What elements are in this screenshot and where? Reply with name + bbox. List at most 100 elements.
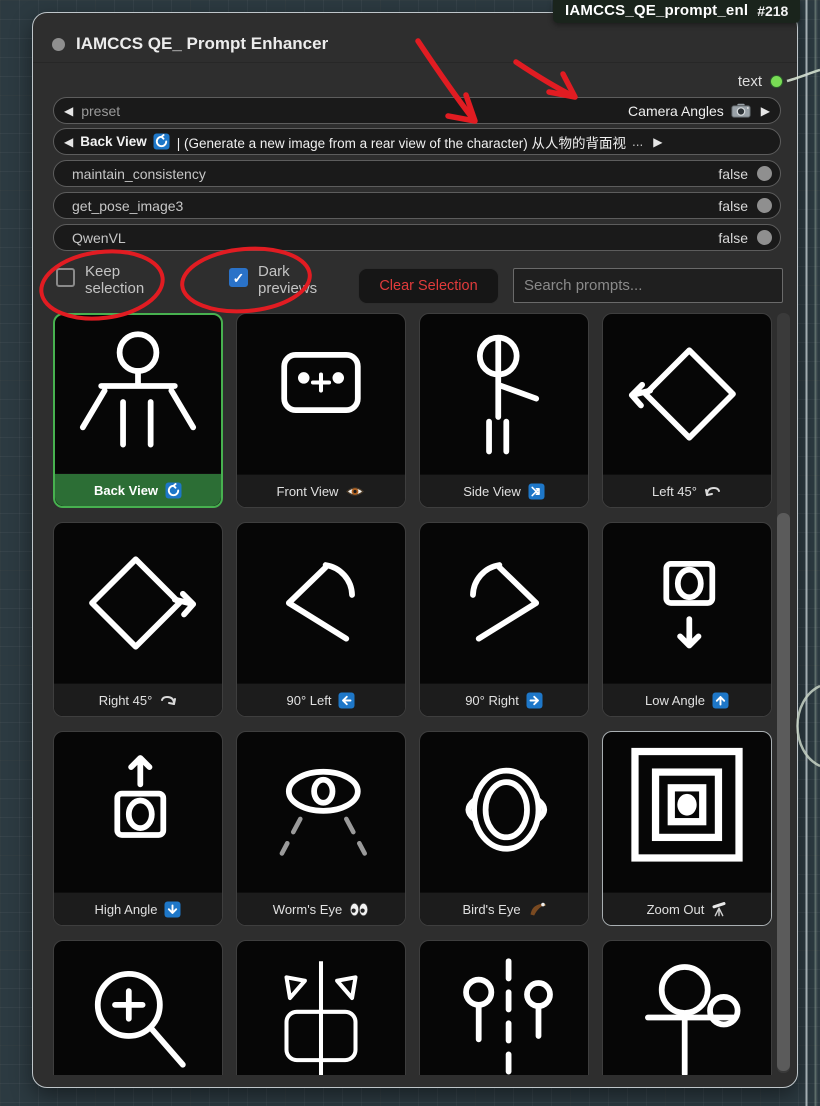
graph-canvas[interactable]: IAMCCS_QE_prompt_enl #218 IAMCCS QE_ Pro… <box>0 0 820 1106</box>
tile-label: Low Angle <box>603 683 771 716</box>
preset-combo-value: Camera Angles <box>628 103 724 119</box>
clear-selection-button[interactable]: Clear Selection <box>358 268 499 304</box>
toggle-knob-icon[interactable] <box>757 230 772 245</box>
tile-label-text: Right 45° <box>99 693 153 708</box>
tile-label-text: Left 45° <box>652 484 697 499</box>
tile-birds-eye[interactable]: Bird's Eye <box>419 731 589 926</box>
eyes-badge-icon <box>349 902 369 917</box>
tile-label: 90° Right <box>420 683 588 716</box>
prompt-grid: Back View Front View Side View Left 45° Righ… <box>53 313 773 1075</box>
tile-label: Zoom Out <box>603 892 771 925</box>
value-combo[interactable]: ◀ Back View | (Generate a new image from… <box>53 128 781 155</box>
keep-selection-label: Keep selection <box>85 263 165 298</box>
output-connector-icon[interactable] <box>770 75 783 88</box>
tile-label: Right 45° <box>54 683 222 716</box>
prompt-enhancer-node[interactable]: IAMCCS QE_ Prompt Enhancer text ◀ preset… <box>32 12 798 1088</box>
preset-combo-name: preset <box>81 103 628 119</box>
tile-label-text: Zoom Out <box>647 902 705 917</box>
tile-front-view[interactable]: Front View <box>236 313 406 508</box>
tile-right-45[interactable]: Right 45° <box>53 522 223 717</box>
arrow-up-badge-icon <box>712 692 729 709</box>
tile-worms-eye[interactable]: Worm's Eye <box>236 731 406 926</box>
tile-left-45[interactable]: Left 45° <box>602 313 772 508</box>
lane-pins-icon <box>420 941 588 1075</box>
toggle-maintain-consistency[interactable]: maintain_consistency false <box>53 160 781 187</box>
combo-next-icon[interactable]: ▶ <box>761 105 770 117</box>
tile-over-shoulder[interactable] <box>602 940 772 1075</box>
toggle-label: maintain_consistency <box>72 166 718 182</box>
tile-ninety-left[interactable]: 90° Left <box>236 522 406 717</box>
tile-high-angle[interactable]: High Angle <box>53 731 223 926</box>
tile-label-text: Worm's Eye <box>273 902 342 917</box>
toggle-value: false <box>718 166 748 182</box>
tile-label-text: Front View <box>277 484 339 499</box>
combo-prev-icon[interactable]: ◀ <box>64 136 73 148</box>
tile-label-text: 90° Left <box>287 693 332 708</box>
birds-eye-icon <box>420 732 588 892</box>
value-combo-suffix: | (Generate a new image from a rear view… <box>177 132 626 152</box>
sync-badge-icon <box>165 482 182 499</box>
tile-lane-pins[interactable] <box>419 940 589 1075</box>
telescope-badge-icon <box>711 901 727 917</box>
eye-badge-icon <box>345 484 365 499</box>
curve-right-badge-icon <box>159 693 177 707</box>
preset-combo[interactable]: ◀ preset Camera Angles ▶ <box>53 97 781 124</box>
tile-label: High Angle <box>54 892 222 925</box>
output-label: text <box>738 73 762 90</box>
tile-low-angle[interactable]: Low Angle <box>602 522 772 717</box>
tile-label-text: Bird's Eye <box>462 902 520 917</box>
toggle-knob-icon[interactable] <box>757 166 772 181</box>
zoom-in-icon <box>54 941 222 1075</box>
worms-eye-icon <box>237 732 405 892</box>
tile-label: 90° Left <box>237 683 405 716</box>
eagle-badge-icon <box>528 901 546 917</box>
keep-selection-checkbox[interactable] <box>56 268 75 287</box>
value-combo-value: Back View <box>80 134 147 149</box>
tile-label-text: Low Angle <box>645 693 705 708</box>
toggle-value: false <box>718 230 748 246</box>
dark-previews-checkbox[interactable]: ✓ <box>229 268 248 287</box>
over-shoulder-icon <box>603 941 771 1075</box>
toggle-knob-icon[interactable] <box>757 198 772 213</box>
node-badge[interactable]: IAMCCS_QE_prompt_enl #218 <box>553 0 800 23</box>
arrow-left-badge-icon <box>338 692 355 709</box>
grid-scrollbar-thumb[interactable] <box>777 513 790 1071</box>
tile-label: Left 45° <box>603 474 771 507</box>
toggle-qwenvl[interactable]: QwenVL false <box>53 224 781 251</box>
collapse-dot-icon[interactable] <box>52 38 65 51</box>
tile-reframe[interactable] <box>236 940 406 1075</box>
combo-prev-icon[interactable]: ◀ <box>64 105 73 117</box>
toggle-label: get_pose_image3 <box>72 198 718 214</box>
toggle-get-pose-image3[interactable]: get_pose_image3 false <box>53 192 781 219</box>
tile-label: Worm's Eye <box>237 892 405 925</box>
side-view-icon <box>420 314 588 474</box>
front-view-icon <box>237 314 405 474</box>
node-title: IAMCCS QE_ Prompt Enhancer <box>76 34 328 54</box>
toggle-label: QwenVL <box>72 230 718 246</box>
grid-scrollbar-track[interactable] <box>777 313 790 1073</box>
arrow-down-badge-icon <box>164 901 181 918</box>
shuffle-badge-icon <box>528 483 545 500</box>
tile-label-text: High Angle <box>95 902 158 917</box>
tile-label: Side View <box>420 474 588 507</box>
search-input[interactable] <box>513 268 783 303</box>
zoom-out-icon <box>603 732 771 892</box>
tile-ninety-right[interactable]: 90° Right <box>419 522 589 717</box>
camera-icon <box>731 103 751 118</box>
ninety-left-icon <box>237 523 405 683</box>
low-angle-icon <box>603 523 771 683</box>
tile-back-view[interactable]: Back View <box>53 313 223 508</box>
combo-next-icon[interactable]: ▶ <box>653 136 662 148</box>
value-combo-ellipsis: ... <box>632 134 643 149</box>
toggle-value: false <box>718 198 748 214</box>
tile-zoom-out[interactable]: Zoom Out <box>602 731 772 926</box>
tile-zoom-in[interactable] <box>53 940 223 1075</box>
node-badge-number: #218 <box>757 3 788 19</box>
tile-label: Back View <box>55 473 221 506</box>
tile-side-view[interactable]: Side View <box>419 313 589 508</box>
right-45-icon <box>54 523 222 683</box>
tile-label-text: Back View <box>94 483 158 498</box>
tile-label-text: 90° Right <box>465 693 519 708</box>
reframe-icon <box>237 941 405 1075</box>
node-badge-title: IAMCCS_QE_prompt_enl <box>565 2 748 19</box>
